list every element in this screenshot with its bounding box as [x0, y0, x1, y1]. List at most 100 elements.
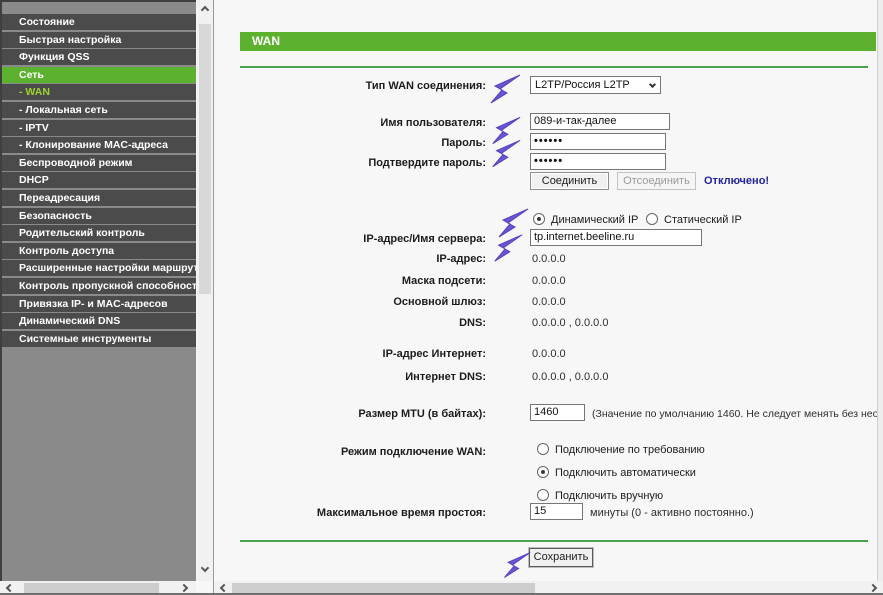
sidebar-item-label: Состояние	[19, 16, 75, 28]
connect-manual-label[interactable]: Подключить вручную	[555, 490, 663, 502]
sidebar-item-label: - Локальная сеть	[19, 104, 108, 116]
internet-ip-label: IP-адрес Интернет:	[230, 348, 486, 360]
sidebar-item[interactable]: Родительский контроль	[2, 225, 196, 241]
sidebar-item-label: Быстрая настройка	[19, 34, 121, 46]
sidebar-item[interactable]: - WAN	[2, 84, 196, 100]
page-title: WAN	[240, 32, 876, 51]
chevron-up-icon	[201, 6, 209, 14]
dynamic-ip-radio[interactable]	[533, 213, 545, 225]
wan-type-select[interactable]: L2TP/Россия L2TP	[530, 76, 661, 94]
server-label: IP-адрес/Имя сервера:	[230, 233, 486, 245]
sidebar-vscroll-thumb[interactable]	[199, 24, 211, 294]
connect-button[interactable]: Соединить	[530, 172, 609, 190]
sidebar-item[interactable]: - Локальная сеть	[2, 102, 196, 118]
mtu-label: Размер MTU (в байтах):	[230, 408, 486, 420]
sidebar-menu: Состояние Быстрая настройка Функция QSS …	[0, 0, 196, 581]
sidebar-item-label: - IPTV	[19, 122, 49, 134]
static-ip-label[interactable]: Статический IP	[664, 214, 742, 226]
sidebar-item[interactable]: Функция QSS	[2, 49, 196, 65]
mtu-hint: (Значение по умолчанию 1460. Не следует …	[592, 408, 883, 420]
sidebar-item-label: Системные инструменты	[19, 333, 151, 345]
scroll-down-button[interactable]	[197, 560, 213, 576]
save-button[interactable]: Сохранить	[529, 548, 593, 567]
username-input[interactable]: 089-и-так-далее	[530, 113, 670, 130]
sidebar-item[interactable]: Контроль пропускной способности	[2, 278, 196, 294]
sidebar-item[interactable]: Контроль доступа	[2, 243, 196, 259]
sidebar-item-label: Беспроводной режим	[19, 157, 132, 169]
sidebar-vertical-scrollbar[interactable]	[197, 0, 213, 581]
connect-on-demand-radio[interactable]	[537, 443, 549, 455]
password-label: Пароль:	[230, 137, 486, 149]
sidebar-item-label: Контроль пропускной способности	[19, 280, 196, 292]
password-input[interactable]: ••••••	[530, 133, 666, 150]
bottom-separator	[240, 540, 868, 542]
idle-time-input[interactable]: 15	[530, 503, 583, 520]
username-label: Имя пользователя:	[230, 117, 486, 129]
sidebar-item[interactable]: - IPTV	[2, 120, 196, 136]
mask-value: 0.0.0.0	[532, 275, 566, 287]
sidebar-menu-list: Состояние Быстрая настройка Функция QSS …	[2, 2, 196, 347]
wan-type-label: Тип WAN соединения:	[230, 80, 486, 92]
content-hscroll-thumb[interactable]	[232, 583, 535, 594]
sidebar-item[interactable]: Беспроводной режим	[2, 155, 196, 171]
idle-time-label: Максимальное время простоя:	[230, 507, 486, 519]
connect-manual-radio[interactable]	[537, 489, 549, 501]
server-input[interactable]: tp.internet.beeline.ru	[530, 229, 702, 246]
sidebar-item[interactable]: Сеть	[2, 67, 196, 83]
disconnect-button[interactable]: Отсоединить	[617, 172, 696, 190]
static-ip-radio[interactable]	[646, 213, 658, 225]
mask-label: Маска подсети:	[230, 275, 486, 287]
connect-auto-label[interactable]: Подключить автоматически	[555, 467, 696, 479]
sidebar-hscroll-thumb[interactable]	[24, 583, 159, 594]
ip-label: IP-адрес:	[230, 253, 486, 265]
sidebar-item[interactable]: Переадресация	[2, 190, 196, 206]
scroll-up-button[interactable]	[197, 2, 213, 18]
dns-label: DNS:	[230, 317, 486, 329]
sidebar-item[interactable]: Безопасность	[2, 208, 196, 224]
select-chevron-icon	[649, 81, 656, 88]
chevron-left-icon	[220, 584, 228, 592]
sidebar-item-label: Расширенные настройки маршрутизации	[19, 262, 196, 274]
sidebar-item[interactable]: Состояние	[2, 14, 196, 30]
sidebar-item-label: Родительский контроль	[19, 227, 145, 239]
top-separator	[240, 66, 868, 68]
radio-dot	[541, 470, 545, 474]
radio-dot	[537, 217, 541, 221]
sidebar-item[interactable]: DHCP	[2, 172, 196, 188]
router-admin-page: Состояние Быстрая настройка Функция QSS …	[0, 0, 883, 595]
ip-value: 0.0.0.0	[532, 253, 566, 265]
sidebar-item-label: Привязка IP- и MAC-адресов	[19, 298, 168, 310]
connect-auto-radio[interactable]	[537, 466, 549, 478]
chevron-right-icon	[869, 584, 877, 592]
sidebar-item[interactable]: Динамический DNS	[2, 313, 196, 329]
connection-status: Отключено!	[704, 175, 769, 187]
internet-dns-value: 0.0.0.0 , 0.0.0.0	[532, 371, 608, 383]
confirm-password-input[interactable]: ••••••	[530, 153, 666, 170]
internet-ip-value: 0.0.0.0	[532, 348, 566, 360]
sidebar-item-label: Безопасность	[19, 210, 92, 222]
gateway-label: Основной шлюз:	[230, 296, 486, 308]
confirm-password-label: Подтвердите пароль:	[230, 157, 486, 169]
mtu-input[interactable]: 1460	[530, 404, 585, 421]
wan-type-selected-value: L2TP/Россия L2TP	[535, 79, 630, 91]
sidebar-item-label: Контроль доступа	[19, 245, 114, 257]
sidebar-item[interactable]: Системные инструменты	[2, 331, 196, 347]
gateway-value: 0.0.0.0	[532, 296, 566, 308]
sidebar-item[interactable]: - Клонирование MAC-адреса	[2, 137, 196, 153]
connect-on-demand-label[interactable]: Подключение по требованию	[555, 444, 705, 456]
sidebar-item-label: Сеть	[19, 69, 44, 81]
sidebar-item-label: - WAN	[19, 86, 50, 98]
sidebar-item-label: Функция QSS	[19, 51, 90, 63]
idle-time-hint: минуты (0 - активно постоянно.)	[590, 507, 754, 519]
chevron-down-icon	[201, 564, 209, 572]
sidebar-item-label: DHCP	[19, 174, 49, 186]
dynamic-ip-label[interactable]: Динамический IP	[551, 214, 638, 226]
sidebar-item-label: Динамический DNS	[19, 315, 120, 327]
content-vertical-scrollbar[interactable]	[877, 0, 883, 581]
wan-settings-panel: WAN Тип WAN соединения: L2TP/Россия L2TP…	[214, 0, 876, 581]
sidebar-item-label: - Клонирование MAC-адреса	[19, 139, 168, 151]
sidebar-item-label: Переадресация	[19, 192, 100, 204]
sidebar-item[interactable]: Расширенные настройки маршрутизации	[2, 260, 196, 276]
sidebar-item[interactable]: Быстрая настройка	[2, 32, 196, 48]
sidebar-item[interactable]: Привязка IP- и MAC-адресов	[2, 296, 196, 312]
